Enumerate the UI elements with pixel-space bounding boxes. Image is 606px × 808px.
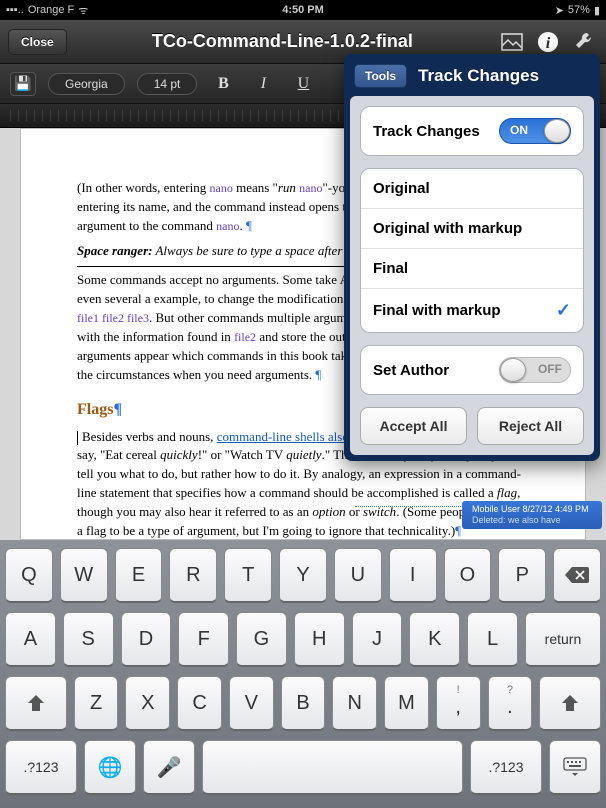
battery-label: 57% <box>568 4 590 16</box>
key-h[interactable]: H <box>294 612 345 667</box>
bold-button[interactable]: B <box>209 75 237 93</box>
keyboard: Q W E R T Y U I O P A S D F G H J K L re… <box>0 540 606 808</box>
change-connector <box>355 506 463 507</box>
view-option-original-markup[interactable]: Original with markup <box>361 209 583 249</box>
key-a[interactable]: A <box>5 612 56 667</box>
checkmark-icon: ✓ <box>556 300 571 321</box>
key-b[interactable]: B <box>281 676 326 731</box>
key-g[interactable]: G <box>236 612 287 667</box>
clock: 4:50 PM <box>204 4 402 16</box>
key-y[interactable]: Y <box>279 548 327 603</box>
set-author-toggle[interactable]: OFF <box>499 357 571 383</box>
location-icon: ➤ <box>555 4 564 17</box>
key-e[interactable]: E <box>115 548 163 603</box>
key-q[interactable]: Q <box>5 548 53 603</box>
change-description: Deleted: we also have <box>472 515 594 526</box>
key-row-4: .?123 🌐 🎤 .?123 <box>5 740 601 795</box>
key-space[interactable] <box>202 740 463 795</box>
save-icon[interactable]: 💾 <box>10 72 36 96</box>
view-option-final-markup[interactable]: Final with markup✓ <box>361 289 583 332</box>
key-v[interactable]: V <box>229 676 274 731</box>
key-row-2: A S D F G H J K L return <box>5 612 601 667</box>
image-icon[interactable] <box>498 28 526 56</box>
change-author-time: Mobile User 8/27/12 4:49 PM <box>472 504 594 515</box>
key-f[interactable]: F <box>178 612 229 667</box>
key-p[interactable]: P <box>498 548 546 603</box>
text-cursor <box>77 431 78 445</box>
pilcrow-icon: ¶ <box>455 523 461 538</box>
key-backspace[interactable] <box>553 548 601 603</box>
wifi-icon: ᯤ <box>78 3 88 18</box>
toggle-knob <box>500 358 526 382</box>
key-shift[interactable] <box>5 676 67 731</box>
key-hide-keyboard[interactable] <box>549 740 601 795</box>
key-k[interactable]: K <box>409 612 460 667</box>
reject-all-button[interactable]: Reject All <box>477 407 584 445</box>
key-numbers[interactable]: .?123 <box>5 740 77 795</box>
popover-title: Track Changes <box>367 66 590 86</box>
pilcrow-icon: ¶ <box>113 401 122 418</box>
document-title: TCo-Command-Line-1.0.2-final <box>75 31 490 52</box>
close-button[interactable]: Close <box>8 29 67 55</box>
key-i[interactable]: I <box>389 548 437 603</box>
carrier-label: Orange F <box>28 4 74 16</box>
battery-icon: ▮ <box>594 4 600 17</box>
set-author-row[interactable]: Set Author OFF <box>361 346 583 394</box>
key-t[interactable]: T <box>224 548 272 603</box>
key-n[interactable]: N <box>332 676 377 731</box>
font-selector[interactable]: Georgia <box>48 73 125 95</box>
key-row-1: Q W E R T Y U I O P <box>5 548 601 603</box>
key-r[interactable]: R <box>169 548 217 603</box>
font-size-selector[interactable]: 14 pt <box>137 73 198 95</box>
key-numbers-right[interactable]: .?123 <box>470 740 542 795</box>
key-comma[interactable]: !, <box>436 676 481 731</box>
key-globe[interactable]: 🌐 <box>84 740 136 795</box>
key-w[interactable]: W <box>60 548 108 603</box>
key-shift-right[interactable] <box>539 676 601 731</box>
key-j[interactable]: J <box>352 612 403 667</box>
track-changes-popover: Tools Track Changes Track Changes ON Ori… <box>344 54 600 461</box>
svg-text:i: i <box>546 35 551 52</box>
signal-icon: ▪▪▪.. <box>6 4 24 16</box>
pilcrow-icon: ¶ <box>246 218 252 233</box>
track-changes-toggle[interactable]: ON <box>499 118 571 144</box>
pilcrow-icon: ¶ <box>315 367 321 382</box>
key-u[interactable]: U <box>334 548 382 603</box>
key-period[interactable]: ?. <box>488 676 533 731</box>
key-s[interactable]: S <box>63 612 114 667</box>
info-icon[interactable]: i <box>534 28 562 56</box>
change-bubble[interactable]: Mobile User 8/27/12 4:49 PM Deleted: we … <box>462 501 602 529</box>
accept-all-button[interactable]: Accept All <box>360 407 467 445</box>
key-return[interactable]: return <box>525 612 601 667</box>
key-c[interactable]: C <box>177 676 222 731</box>
status-bar: ▪▪▪.. Orange F ᯤ 4:50 PM ➤ 57% ▮ <box>0 0 606 20</box>
view-option-final[interactable]: Final <box>361 249 583 289</box>
key-o[interactable]: O <box>444 548 492 603</box>
key-m[interactable]: M <box>384 676 429 731</box>
view-option-original[interactable]: Original <box>361 169 583 209</box>
key-x[interactable]: X <box>125 676 170 731</box>
italic-button[interactable]: I <box>249 75 277 93</box>
key-dictation[interactable]: 🎤 <box>143 740 195 795</box>
track-changes-toggle-row: Track Changes ON <box>361 107 583 155</box>
key-l[interactable]: L <box>467 612 518 667</box>
underline-button[interactable]: U <box>289 75 317 93</box>
key-d[interactable]: D <box>121 612 172 667</box>
key-row-3: Z X C V B N M !, ?. <box>5 676 601 731</box>
toggle-knob <box>544 119 570 143</box>
key-z[interactable]: Z <box>74 676 119 731</box>
